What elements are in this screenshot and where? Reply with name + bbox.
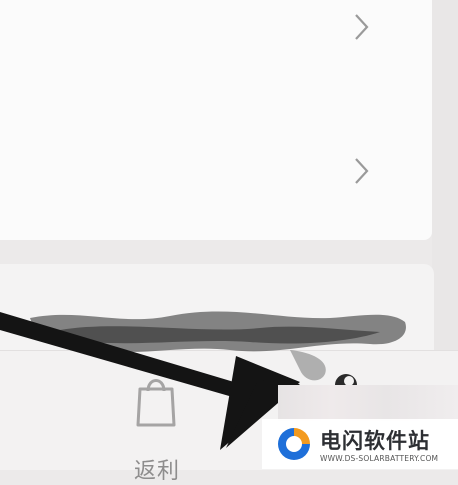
chevron-right-icon (355, 14, 369, 40)
watermark-url: WWW.DS-SOLARBATTERY.COM (320, 454, 439, 463)
pixelated-region (278, 385, 458, 421)
site-logo (278, 428, 310, 460)
watermark-title: 电闪软件站 (320, 429, 430, 453)
chevron-right-icon (355, 158, 369, 184)
settings-row[interactable] (0, 130, 432, 210)
settings-card (0, 0, 432, 240)
settings-row[interactable] (0, 0, 432, 60)
site-watermark: 电闪软件站 WWW.DS-SOLARBATTERY.COM (262, 419, 458, 469)
